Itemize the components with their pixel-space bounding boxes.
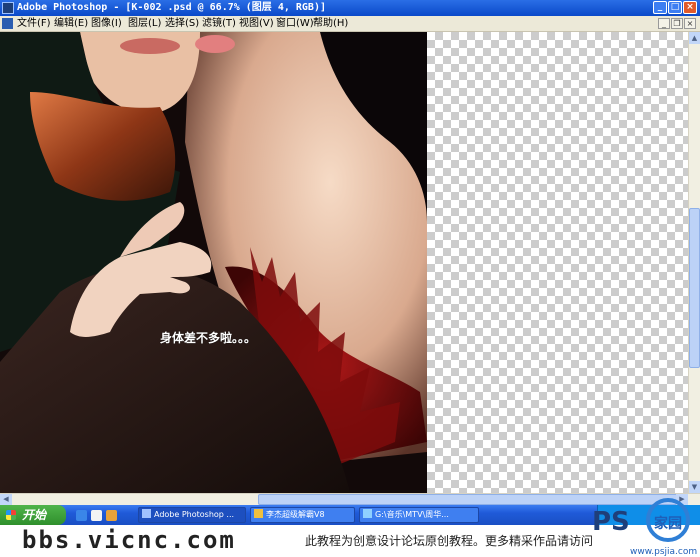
start-label: 开始 [22,508,47,522]
window-title-bar[interactable]: Adobe Photoshop - [K-002 .psd @ 66.7% (图… [0,0,700,16]
logo-sub-text: 家园 [654,515,682,532]
logo-url-text: www.psjia.com [630,547,697,557]
canvas-caption: 身体差不多啦。。。 [160,331,257,345]
vertical-scrollbar[interactable]: ▲ ▼ [688,32,700,493]
start-button[interactable]: 开始 [0,505,66,525]
player-task-icon [254,509,263,518]
task-media-player[interactable]: 李杰超级解霸V8 [250,507,355,523]
psjia-logo: PS 家园 www.psjia.com [592,498,697,557]
photoshop-task-icon [142,509,151,518]
menu-window[interactable]: 窗口(W) [276,17,314,30]
transparent-area [427,32,688,493]
menu-filter[interactable]: 滤镜(T) [202,17,236,30]
menu-layer[interactable]: 图层(L) [128,17,161,30]
folder-task-icon [363,509,372,518]
task-media-player-label: 李杰超级解霸V8 [266,510,325,519]
player-quicklaunch-icon[interactable] [106,510,117,521]
menu-bar: 文件(F) 编辑(E) 图像(I) 图层(L) 选择(S) 滤镜(T) 视图(V… [0,16,700,32]
menu-help[interactable]: 帮助(H) [313,17,348,30]
windows-logo-icon [6,510,16,520]
maximize-button[interactable]: □ [668,1,682,14]
site-watermark: bbs.vicnc.com [22,526,236,554]
task-photoshop-label: Adobe Photoshop ... [154,510,235,519]
menu-edit[interactable]: 编辑(E) [54,17,88,30]
document-canvas[interactable]: 身体差不多啦。。。 [0,32,688,493]
doc-minimize-button[interactable]: _ [658,18,670,29]
close-button[interactable]: × [683,1,697,14]
task-folder-label: G:\音乐\MTV\周华... [375,510,449,519]
menu-image[interactable]: 图像(I) [91,17,122,30]
window-title: Adobe Photoshop - [K-002 .psd @ 66.7% (图… [17,2,326,13]
minimize-button[interactable]: _ [653,1,667,14]
scroll-left-arrow-icon[interactable]: ◀ [0,494,12,505]
menu-file[interactable]: 文件(F) [17,17,51,30]
doc-close-button[interactable]: × [684,18,696,29]
menu-select[interactable]: 选择(S) [165,17,199,30]
scroll-up-arrow-icon[interactable]: ▲ [689,32,700,44]
tutorial-note: 此教程为创意设计论坛原创教程。更多精采作品请访问 [305,534,594,548]
menu-view[interactable]: 视图(V) [239,17,274,30]
document-icon[interactable] [2,18,13,29]
ie-quicklaunch-icon[interactable] [76,510,87,521]
doc-restore-button[interactable]: ❐ [671,18,683,29]
vertical-scroll-thumb[interactable] [689,208,700,368]
logo-ps-text: PS [592,507,630,537]
media-quicklaunch-icon[interactable] [91,510,102,521]
photoshop-app-icon [2,2,14,14]
artwork-image [0,32,427,493]
task-photoshop[interactable]: Adobe Photoshop ... [138,507,246,523]
task-folder[interactable]: G:\音乐\MTV\周华... [359,507,479,523]
